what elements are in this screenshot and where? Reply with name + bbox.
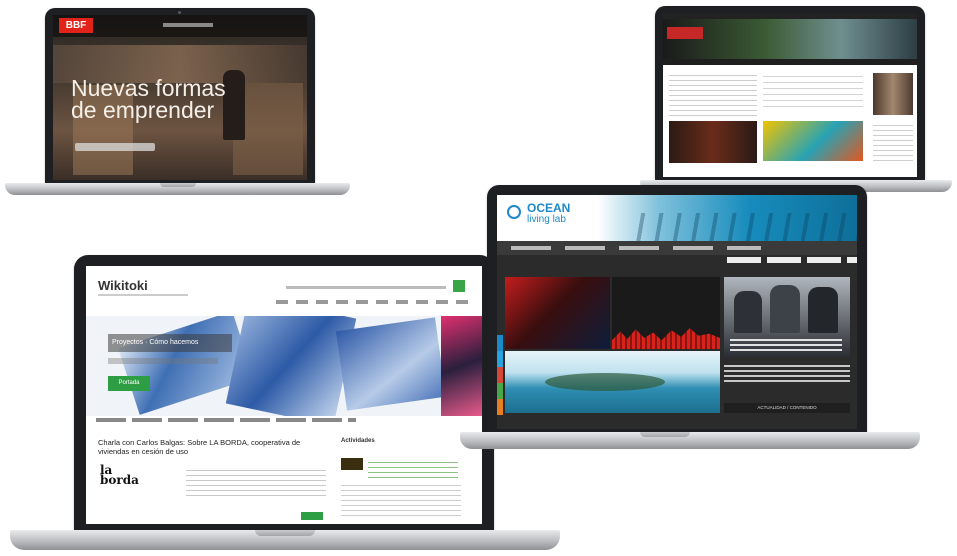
ocean-brand-line-2[interactable]: living lab	[527, 215, 566, 225]
wikitoki-screen: Wikitoki Proyectos · Cómo hacemos Portad…	[86, 266, 482, 524]
ocean-nav[interactable]	[497, 241, 857, 255]
ocean-coast-photo[interactable]	[505, 351, 720, 413]
headline-line-2: de emprender	[71, 97, 215, 123]
sidebar-title: Actividades	[341, 438, 375, 444]
ocean-social-bar[interactable]	[497, 335, 503, 415]
portal-logo[interactable]	[667, 27, 703, 39]
ocean-brand-line-1[interactable]: OCEAN	[527, 202, 570, 214]
ocean-island	[545, 373, 665, 391]
slider-cta-button[interactable]: Portada	[108, 376, 150, 391]
search-button[interactable]	[453, 280, 465, 292]
ocean-news-text	[724, 365, 850, 383]
slider-art-3	[335, 317, 447, 411]
article-title[interactable]: Charla con Carlos Balgas: Sobre LA BORDA…	[98, 438, 333, 456]
bbf-screen: BBF Nuevas formas de emprender	[53, 15, 307, 180]
slider-caption: Proyectos · Cómo hacemos	[108, 334, 232, 352]
main-nav[interactable]	[276, 300, 471, 304]
ocean-header: OCEAN living lab	[497, 195, 857, 241]
bbf-partner-logos	[75, 143, 155, 151]
bbf-nav[interactable]	[163, 23, 213, 27]
ocean-photo-lab[interactable]	[505, 277, 610, 349]
ocean-person-3	[808, 287, 838, 333]
portal-sidebar-text	[873, 121, 913, 161]
portal-news-list	[669, 71, 757, 116]
webcam	[178, 11, 181, 14]
ocean-featured-photo[interactable]	[724, 277, 850, 357]
laborda-logo: la borda	[100, 464, 139, 487]
ocean-more-link[interactable]: ACTUALIDAD / CONTENIDO	[724, 403, 850, 413]
portal-menu[interactable]	[663, 59, 917, 65]
read-more-button[interactable]	[301, 512, 323, 520]
laptop-notch	[640, 432, 690, 437]
ocean-wave-art	[627, 213, 857, 241]
ocean-screen: OCEAN living lab ACTUALIDAD / CONTENIDO	[497, 195, 857, 429]
sidebar-list	[341, 481, 461, 519]
laptop-notch	[160, 183, 196, 187]
portal-screen	[663, 13, 917, 177]
ocean-chart-panel[interactable]	[612, 277, 720, 349]
headline-line-1: Nuevas formas	[71, 75, 226, 101]
laborda-logo-line-2: borda	[100, 473, 139, 487]
category-tabs[interactable]	[96, 418, 356, 422]
laptop-base	[460, 432, 920, 449]
portal-ad-banner[interactable]	[763, 121, 863, 161]
bbf-headline: Nuevas formas de emprender	[71, 75, 226, 123]
bbf-topbar: BBF	[53, 15, 307, 37]
site-title[interactable]: Wikitoki	[98, 278, 148, 293]
article-title-line-2: viviendas en cesión de uso	[98, 447, 189, 456]
bbf-logo[interactable]: BBF	[59, 18, 93, 33]
portal-news-list-2	[763, 71, 863, 111]
article-title-line-1: Charla con Carlos Balgas: Sobre LA BORDA…	[98, 438, 301, 447]
ocean-logo-icon	[507, 205, 521, 219]
ocean-feature-caption	[730, 339, 842, 351]
sidebar-thumb[interactable]	[341, 458, 363, 470]
ocean-subnav[interactable]	[727, 257, 857, 263]
sidebar-event-text[interactable]	[368, 458, 458, 478]
site-tagline	[98, 294, 188, 296]
ocean-person-2	[770, 285, 800, 333]
hero-slider[interactable]: Proyectos · Cómo hacemos Portada	[86, 316, 482, 416]
article-excerpt	[186, 466, 326, 498]
slider-art-4	[441, 316, 482, 416]
portal-banner	[663, 19, 917, 59]
portal-portraits	[873, 73, 913, 115]
ocean-nav-items[interactable]	[511, 246, 761, 250]
person-silhouette	[223, 70, 245, 140]
slider-subcaption	[108, 358, 218, 364]
top-links[interactable]	[286, 286, 446, 289]
portal-photo-strip	[669, 121, 757, 163]
ocean-person-1	[734, 291, 762, 333]
ocean-data-spikes	[612, 328, 720, 349]
laptop-notch	[255, 530, 315, 536]
